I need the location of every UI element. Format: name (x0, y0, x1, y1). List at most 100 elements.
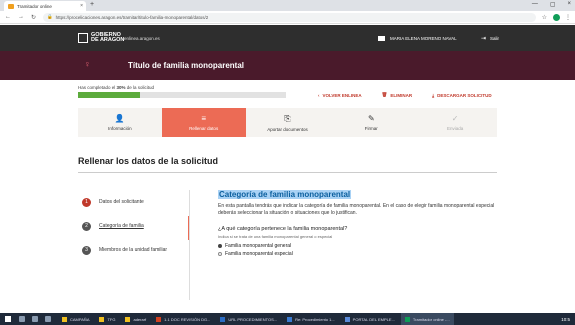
windows-start-icon[interactable] (5, 316, 11, 322)
taskbar-app[interactable]: 1.1 DOC REVISIÓN DG... (152, 313, 214, 325)
radio-button-checked[interactable] (218, 244, 222, 248)
radio-familia-especial[interactable]: Familia monoparental especial (218, 250, 503, 258)
download-link[interactable]: ⤓ DESCARGAR SOLICITUD (432, 93, 492, 98)
search-icon[interactable] (19, 316, 25, 322)
taskbar-apps: CAMPAÑA TFG aderarf 1.1 DOC REVISIÓN DG.… (58, 313, 456, 325)
list-icon: ≡ (201, 114, 207, 123)
folder-icon (62, 316, 67, 322)
sidenav-item-miembros-unidad[interactable]: 3 Miembros de la unidad familiar (78, 238, 190, 262)
logo-mark-icon (78, 33, 88, 43)
chevron-left-icon: ‹ (318, 92, 320, 98)
progress-fill (78, 92, 141, 98)
browser-menu-icon[interactable]: ⋮ (565, 14, 571, 21)
forward-arrow-icon[interactable]: → (18, 14, 24, 20)
word-icon (220, 316, 226, 322)
taskbar-app[interactable]: TFG (95, 313, 119, 325)
progress-percent: 30% (116, 85, 126, 90)
site-header: GOBIERNO DE ARAGON enlinea.aragon.es MAR… (0, 25, 575, 51)
close-window-button[interactable]: × (567, 1, 571, 8)
step-aportar-documentos[interactable]: ⎘ Aportar documentos (246, 108, 330, 137)
logout-button[interactable]: ⇥ Salir (481, 35, 499, 42)
action-links: ‹ VOLVER ENLINEA 🗑 ELIMINAR ⤓ DESCARGAR … (318, 92, 492, 98)
sidenav-label: Categoría de familia (99, 223, 144, 229)
step-firmar[interactable]: ✎ Firmar (329, 108, 413, 137)
radio-familia-general[interactable]: Familia monoparental general (218, 242, 503, 250)
category-hint: Indica si se trata de una familia monopa… (218, 234, 333, 239)
portal-link[interactable]: enlinea.aragon.es (124, 36, 160, 41)
radio-button[interactable] (218, 252, 222, 256)
download-icon: ⤓ (432, 92, 435, 98)
browser-toolbar: ← → ↻ 🔒 https://procelicaciones.aragon.e… (0, 11, 575, 24)
logout-label: Salir (490, 36, 500, 41)
step-rellenar-datos[interactable]: ≡ Rellenar datos (161, 108, 246, 137)
progress-bar (78, 92, 286, 98)
powerpoint-icon (156, 316, 162, 322)
sidenav-number: 2 (82, 221, 91, 231)
page-title-bar: ♀ Título de familia monoparental (0, 51, 575, 80)
os-taskbar: CAMPAÑA TFG aderarf 1.1 DOC REVISIÓN DG.… (0, 313, 575, 325)
step-informacion[interactable]: 👤 Información (78, 108, 162, 137)
system-clock: 10:5 (561, 316, 570, 322)
logout-icon: ⇥ (481, 36, 487, 42)
maximize-button[interactable]: ▢ (550, 1, 556, 8)
sidenav-number: 1 (82, 197, 91, 207)
tab-close-icon[interactable]: × (80, 3, 83, 9)
category-question: ¿A qué categoría pertenece la familia mo… (218, 226, 348, 232)
taskbar-app[interactable]: CAMPAÑA (58, 313, 93, 325)
person-icon: 👤 (114, 114, 125, 123)
user-menu[interactable]: MARIA ELENA MORENO NAVAL (378, 36, 457, 41)
sidenav-item-datos-solicitante[interactable]: 1 Datos del solicitante (78, 190, 190, 214)
page-title: Título de familia monoparental (128, 61, 245, 70)
taskbar-app-active[interactable]: Tramitador online -... (400, 313, 454, 325)
window-controls: — ▢ × (532, 1, 571, 8)
browser-tab[interactable]: Tramitador online × (4, 1, 86, 11)
sidenav-divider (189, 190, 190, 300)
file-explorer-icon[interactable] (45, 316, 51, 322)
new-tab-button[interactable]: + (90, 1, 94, 8)
profile-avatar[interactable] (553, 13, 560, 21)
folder-icon (125, 316, 131, 322)
form-sidenav: 1 Datos del solicitante 2 Categoría de f… (78, 190, 190, 262)
delete-link[interactable]: 🗑 ELIMINAR (382, 92, 412, 98)
favicon-icon (8, 3, 14, 9)
taskbar-app[interactable]: aderarf (121, 313, 150, 325)
address-bar[interactable]: 🔒 https://procelicaciones.aragon.es/tram… (43, 12, 536, 22)
user-name: MARIA ELENA MORENO NAVAL (390, 36, 457, 41)
section-title: Rellenar los datos de la solicitud (78, 156, 219, 166)
family-icon: ♀ (84, 59, 91, 69)
folder-icon (378, 36, 385, 41)
bookmark-star-icon[interactable]: ☆ (542, 14, 547, 21)
taskbar-app[interactable]: PORTAL DEL EMPLE... (341, 313, 399, 325)
chrome-icon (404, 316, 410, 322)
tab-title: Tramitador online (17, 3, 52, 9)
task-view-icon[interactable] (32, 316, 38, 322)
sidenav-number: 3 (82, 245, 91, 255)
sidenav-label: Miembros de la unidad familiar (99, 247, 168, 253)
sidenav-item-categoria-familia[interactable]: 2 Categoría de familia (78, 214, 190, 240)
step-enviada: ✓ Enviada (446, 114, 464, 131)
back-arrow-icon[interactable]: ← (5, 14, 11, 20)
step-tabs: 👤 Información ≡ Rellenar datos ⎘ Aportar… (78, 108, 497, 137)
form-content: Categoría de familia monoparental En est… (218, 190, 503, 258)
mail-icon (287, 316, 293, 322)
section-divider (78, 172, 497, 173)
content-description: En esta pantalla tendrás que indicar la … (218, 203, 495, 216)
reload-icon[interactable]: ↻ (31, 14, 36, 21)
minimize-button[interactable]: — (532, 1, 538, 8)
gobierno-aragon-logo[interactable]: GOBIERNO DE ARAGON (78, 32, 125, 43)
browser-tabstrip: Tramitador online × + — ▢ × (0, 0, 575, 11)
browser-icon (344, 316, 350, 322)
url-text: https://procelicaciones.aragon.es/tramit… (55, 14, 209, 20)
document-icon: ⎘ (284, 113, 291, 123)
taskbar-app[interactable]: Re: Procedimiento 1... (283, 313, 339, 325)
lock-icon: 🔒 (47, 14, 53, 19)
trash-icon: 🗑 (381, 92, 388, 97)
pen-icon: ✎ (367, 114, 375, 123)
content-title: Categoría de familia monoparental (218, 190, 352, 199)
logo-line2: DE ARAGON (91, 37, 125, 43)
back-link[interactable]: ‹ VOLVER ENLINEA (318, 93, 362, 98)
folder-icon (99, 316, 105, 322)
check-icon: ✓ (451, 114, 459, 123)
progress-label: Has completado el 30% de la solicitud (78, 85, 155, 90)
taskbar-app[interactable]: URL PROCEDIMIENTOS... (216, 313, 281, 325)
